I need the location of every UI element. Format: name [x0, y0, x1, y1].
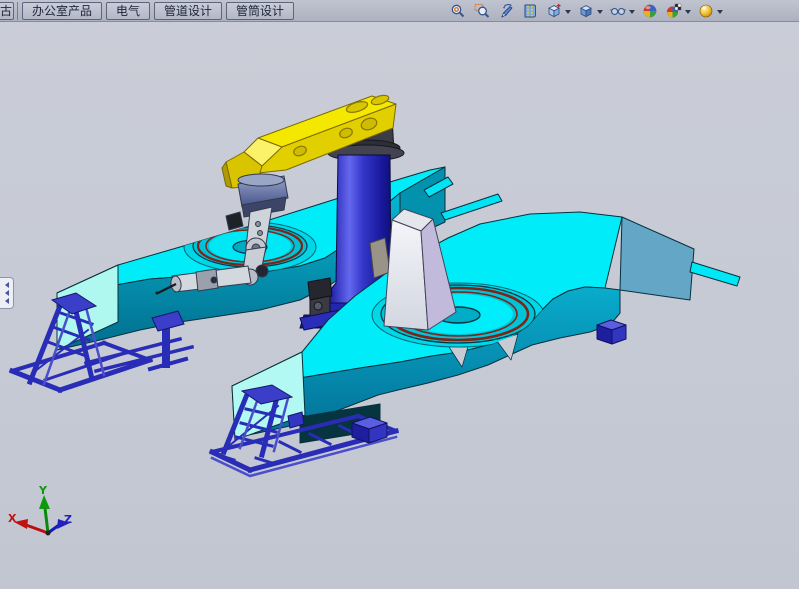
graphics-area[interactable]: X Y Z — [0, 22, 799, 589]
tab-electrical[interactable]: 电气 — [106, 2, 150, 20]
white-fixture-wedge[interactable] — [384, 209, 456, 330]
toolbar-separator — [17, 2, 18, 20]
tab-tubing-design[interactable]: 管筒设计 — [226, 2, 294, 20]
previous-view-icon[interactable] — [497, 2, 515, 20]
display-style-dropdown[interactable] — [597, 10, 603, 14]
view-orientation-icon[interactable] — [545, 2, 563, 20]
panel-expand-button[interactable] — [0, 277, 14, 309]
tab-piping-design[interactable]: 管道设计 — [154, 2, 222, 20]
hide-show-items-dropdown[interactable] — [629, 10, 635, 14]
tab-partial[interactable]: 古 — [0, 2, 14, 20]
triad-z-label: Z — [64, 513, 72, 526]
triad-y-label: Y — [38, 484, 48, 497]
view-heads-up-toolbar — [443, 2, 723, 20]
coordinate-triad: X Y Z — [8, 484, 72, 536]
zoom-to-area-icon[interactable] — [473, 2, 491, 20]
display-style-icon[interactable] — [577, 2, 595, 20]
zoom-to-fit-icon[interactable] — [449, 2, 467, 20]
apply-scene-dropdown[interactable] — [685, 10, 691, 14]
apply-scene-icon[interactable] — [665, 2, 683, 20]
cad-model-view[interactable]: X Y Z — [0, 22, 799, 589]
view-settings-dropdown[interactable] — [717, 10, 723, 14]
view-settings-icon[interactable] — [697, 2, 715, 20]
section-view-icon[interactable] — [521, 2, 539, 20]
view-orientation-dropdown[interactable] — [565, 10, 571, 14]
hide-show-items-icon[interactable] — [609, 2, 627, 20]
support-block-right[interactable] — [597, 320, 626, 344]
support-block-mid[interactable] — [352, 417, 387, 443]
edit-appearance-icon[interactable] — [641, 2, 659, 20]
tab-office-products[interactable]: 办公室产品 — [22, 2, 102, 20]
triad-x-label: X — [8, 512, 17, 525]
command-manager-toolbar: 古 办公室产品 电气 管道设计 管筒设计 — [0, 0, 799, 22]
